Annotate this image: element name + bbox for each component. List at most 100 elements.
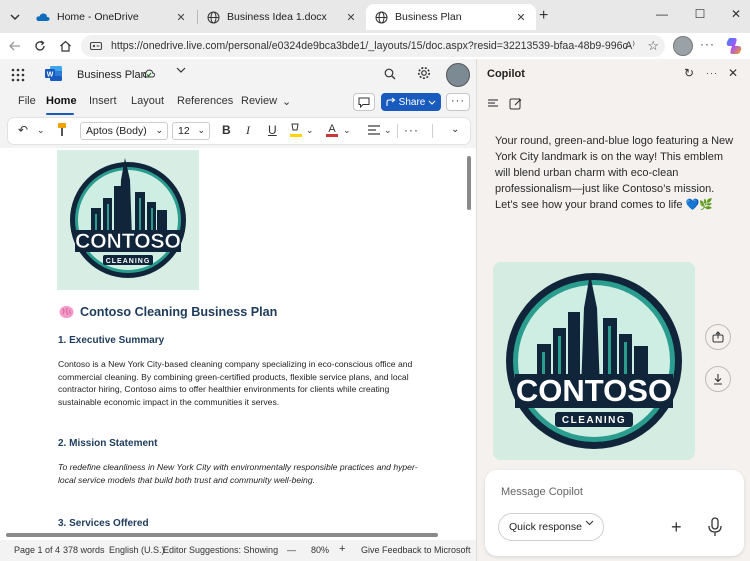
close-tab-icon[interactable]: ✕ xyxy=(344,11,358,24)
close-tab-icon[interactable]: ✕ xyxy=(514,11,528,24)
refresh-icon[interactable]: ↻ xyxy=(684,66,694,80)
new-tab-button[interactable]: + xyxy=(539,7,548,25)
tab-title: Home - OneDrive xyxy=(57,11,139,23)
ribbon-tabs-overflow-chevron[interactable]: ⌄ xyxy=(282,95,291,108)
word-count[interactable]: 378 words xyxy=(63,545,105,555)
tab-file[interactable]: File xyxy=(18,95,36,107)
document-canvas[interactable]: CONTOSO CLEANING Contoso Cleaning Busine… xyxy=(0,148,476,540)
zoom-level[interactable]: 80% xyxy=(311,545,329,555)
download-image-button[interactable] xyxy=(705,366,731,392)
font-family-select[interactable]: Aptos (Body) ⌄ xyxy=(80,122,168,140)
search-icon[interactable] xyxy=(384,68,396,80)
copilot-compose-box[interactable]: Message Copilot Quick response + xyxy=(485,470,744,556)
undo-icon[interactable]: ↶ xyxy=(18,123,28,137)
feedback-link[interactable]: Give Feedback to Microsoft xyxy=(361,545,471,555)
contoso-logo-image[interactable]: CONTOSO CLEANING xyxy=(57,150,199,290)
message-input[interactable]: Message Copilot xyxy=(501,486,583,498)
add-attachment-button[interactable]: + xyxy=(671,517,682,538)
browser-more-button[interactable]: ··· xyxy=(700,37,715,51)
close-tab-icon[interactable]: ✕ xyxy=(174,11,188,24)
format-painter-icon[interactable] xyxy=(56,122,68,138)
chevron-down-icon: ⌄ xyxy=(197,125,205,135)
url-text[interactable]: https://onedrive.live.com/personal/e0324… xyxy=(111,40,631,52)
share-icon xyxy=(386,97,396,106)
horizontal-scrollbar[interactable] xyxy=(0,529,462,540)
tab-layout[interactable]: Layout xyxy=(131,95,164,107)
tab-onedrive-home[interactable]: Home - OneDrive ✕ xyxy=(28,4,196,30)
favorite-star-icon[interactable]: ☆ xyxy=(647,38,659,54)
close-pane-icon[interactable]: ✕ xyxy=(728,66,738,80)
zoom-out-button[interactable]: — xyxy=(287,545,296,555)
comments-button[interactable] xyxy=(353,93,375,111)
section-heading: 3. Services Offered xyxy=(58,518,149,529)
svg-text:W: W xyxy=(47,72,54,79)
back-button[interactable] xyxy=(6,37,24,55)
brain-emoji-icon xyxy=(59,306,74,318)
site-info-icon[interactable] xyxy=(89,39,103,53)
copilot-icon[interactable] xyxy=(724,36,744,56)
document-name[interactable]: Business Plan xyxy=(77,69,147,81)
browser-toolbar: https://onedrive.live.com/personal/e0324… xyxy=(0,33,750,59)
maximize-window-button[interactable]: ☐ xyxy=(690,7,710,21)
font-color-icon[interactable]: A xyxy=(325,122,339,138)
generated-logo-image[interactable]: CONTOSO CLEANING xyxy=(493,262,695,460)
bold-button[interactable]: B xyxy=(222,123,231,137)
browser-profile-avatar[interactable] xyxy=(673,36,693,56)
align-icon[interactable] xyxy=(367,124,381,136)
chevron-down-icon[interactable]: ⌄ xyxy=(343,125,351,136)
share-icon xyxy=(712,331,724,343)
gear-icon[interactable] xyxy=(417,66,431,80)
font-size-select[interactable]: 12 ⌄ xyxy=(172,122,210,140)
tab-home[interactable]: Home xyxy=(46,95,77,107)
expand-ribbon-chevron[interactable]: ⌄ xyxy=(451,124,459,135)
response-mode-select[interactable]: Quick response xyxy=(498,513,604,541)
new-chat-icon[interactable] xyxy=(509,97,522,110)
share-button[interactable]: Share xyxy=(381,93,441,111)
home-icon xyxy=(59,40,71,52)
address-bar[interactable]: https://onedrive.live.com/personal/e0324… xyxy=(81,35,665,57)
editor-suggestions-status[interactable]: Editor Suggestions: Showing xyxy=(163,545,278,555)
vertical-scrollbar[interactable] xyxy=(462,148,476,540)
logo-wordmark: CONTOSO xyxy=(516,373,672,408)
share-image-button[interactable] xyxy=(705,324,731,350)
document-page[interactable]: CONTOSO CLEANING Contoso Cleaning Busine… xyxy=(0,148,462,540)
chevron-down-icon xyxy=(428,100,436,105)
app-launcher-icon[interactable] xyxy=(11,68,25,82)
italic-button[interactable]: I xyxy=(246,123,250,138)
tab-review[interactable]: Review xyxy=(241,95,277,107)
menu-icon[interactable] xyxy=(487,97,499,109)
page-count[interactable]: Page 1 of 4 xyxy=(14,545,60,555)
tab-business-plan[interactable]: Business Plan ✕ xyxy=(366,4,536,30)
chevron-down-icon[interactable]: ⌄ xyxy=(306,125,314,136)
refresh-button[interactable] xyxy=(31,37,49,55)
tab-insert[interactable]: Insert xyxy=(89,95,117,107)
tab-actions-menu-button[interactable] xyxy=(6,8,24,26)
scrollbar-thumb[interactable] xyxy=(6,533,438,537)
logo-subtext: CLEANING xyxy=(562,415,626,426)
account-avatar[interactable] xyxy=(446,63,470,87)
read-aloud-icon[interactable]: A⁾ xyxy=(625,39,635,52)
chevron-down-icon[interactable] xyxy=(176,67,186,74)
home-button[interactable] xyxy=(56,37,74,55)
word-logo-icon[interactable]: W xyxy=(45,66,62,81)
chevron-down-icon[interactable]: ⌄ xyxy=(384,125,392,136)
language-status[interactable]: English (U.S.) xyxy=(109,545,165,555)
download-icon xyxy=(714,374,722,385)
comment-icon xyxy=(358,97,370,108)
ribbon-more-options-button[interactable]: ··· xyxy=(446,93,470,111)
minimize-window-button[interactable]: — xyxy=(652,7,672,21)
tab-business-idea[interactable]: Business Idea 1.docx ✕ xyxy=(198,4,366,30)
undo-dropdown-chevron[interactable]: ⌄ xyxy=(37,125,45,136)
copilot-more-button[interactable]: ··· xyxy=(706,68,718,78)
ribbon-tabs: File Home Insert Layout References Revie… xyxy=(0,91,476,115)
highlight-icon[interactable] xyxy=(289,122,303,138)
scrollbar-thumb[interactable] xyxy=(467,156,471,210)
saved-status-icon[interactable] xyxy=(143,68,155,80)
tab-title: Business Plan xyxy=(395,11,462,23)
close-window-button[interactable]: ✕ xyxy=(726,7,746,21)
zoom-in-button[interactable]: + xyxy=(339,543,345,555)
underline-button[interactable]: U xyxy=(268,123,277,137)
microphone-icon[interactable] xyxy=(707,517,723,537)
tab-references[interactable]: References xyxy=(177,95,233,107)
toolbar-more-button[interactable]: ··· xyxy=(404,123,419,137)
